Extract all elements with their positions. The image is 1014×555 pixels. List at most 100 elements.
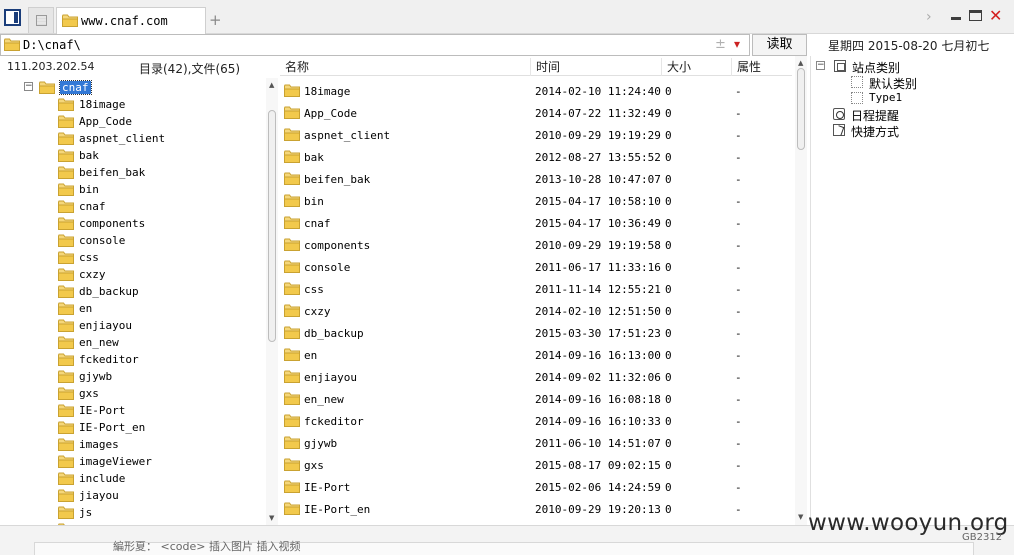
sidebar-toggle-icon[interactable] [4,9,21,26]
file-row[interactable]: fckeditor 2014-09-16 16:10:33 0 - [280,410,792,432]
file-attributes: - [735,393,742,406]
file-row[interactable]: console 2011-06-17 11:33:16 0 - [280,256,792,278]
tab-active[interactable]: www.cnaf.com [56,7,206,35]
scroll-down-icon[interactable]: ▼ [798,513,803,521]
folder-icon [284,326,300,339]
folder-icon [62,14,78,27]
close-button[interactable]: ✕ [989,6,1002,25]
file-size: 0 [665,371,672,384]
folder-open-icon [39,81,55,94]
folder-icon [58,319,74,332]
item-count: 目录(42),文件(65) [139,62,241,76]
file-row[interactable]: en_new 2014-09-16 16:08:18 0 - [280,388,792,410]
blank-tab[interactable] [28,7,54,33]
file-attributes: - [735,107,742,120]
folder-icon [58,421,74,434]
minimize-button[interactable] [951,17,961,20]
file-row[interactable]: enjiayou 2014-09-02 11:32:06 0 - [280,366,792,388]
file-row[interactable]: components 2010-09-29 19:19:58 0 - [280,234,792,256]
file-time: 2011-06-17 11:33:16 [535,261,661,274]
file-list: 18image 2014-02-10 11:24:40 0 - App_Code 2014… [280,80,792,525]
tree-node-label: en_new [79,336,119,349]
tree-scrollbar[interactable]: ▲ ▼ [266,78,278,525]
folder-icon [284,502,300,515]
file-row[interactable]: IE-Port_en 2010-09-29 19:20:13 0 - [280,498,792,520]
file-time: 2014-02-10 11:24:40 [535,85,661,98]
path-input[interactable] [23,37,703,53]
tab-title: www.cnaf.com [81,14,168,28]
folder-icon [58,472,74,485]
file-row[interactable]: IE-Port 2015-02-06 14:24:59 0 - [280,476,792,498]
scroll-thumb[interactable] [797,68,805,150]
file-row[interactable]: db_backup 2015-03-30 17:51:23 0 - [280,322,792,344]
file-size: 0 [665,85,672,98]
server-ip: 111.203.202.54 [7,60,95,73]
file-row[interactable]: css 2011-11-14 12:55:21 0 - [280,278,792,300]
tree-node-label: include [79,472,126,485]
read-button[interactable]: 读取 [752,34,807,56]
file-attributes: - [735,85,742,98]
folder-icon [284,150,300,163]
file-row[interactable]: bin 2015-04-17 10:58:10 0 - [280,190,792,212]
folder-icon [284,282,300,295]
file-row[interactable]: aspnet_client 2010-09-29 19:19:29 0 - [280,124,792,146]
file-time: 2015-08-17 09:02:15 [535,459,661,472]
column-name[interactable]: 名称 [280,58,530,76]
file-size: 0 [665,129,672,142]
chevron-right-icon[interactable]: › [926,9,932,25]
file-name: en_new [304,393,344,406]
file-time: 2014-09-16 16:08:18 [535,393,661,406]
new-tab-button[interactable]: + [209,11,222,29]
file-row[interactable]: 18image 2014-02-10 11:24:40 0 - [280,80,792,102]
folder-icon [284,392,300,405]
scroll-down-icon[interactable]: ▼ [269,514,274,522]
tree-node-label: en [79,302,93,315]
file-name: 18image [304,85,351,98]
column-attributes[interactable]: 属性 [731,58,792,76]
file-size: 0 [665,459,672,472]
page-icon [36,15,47,26]
folder-icon [58,234,74,247]
file-time: 2011-11-14 12:55:21 [535,283,661,296]
maximize-button[interactable] [969,10,982,21]
file-attributes: - [735,371,742,384]
file-size: 0 [665,239,672,252]
scroll-up-icon[interactable]: ▲ [798,59,803,67]
file-row[interactable]: en 2014-09-16 16:13:00 0 - [280,344,792,366]
scroll-up-icon[interactable]: ▲ [269,81,274,89]
file-time: 2010-09-29 19:20:13 [535,503,661,516]
file-name: IE-Port_en [304,503,371,516]
file-row[interactable]: gjywb 2011-06-10 14:51:07 0 - [280,432,792,454]
type1-label: Type1 [869,91,903,104]
file-row[interactable]: cnaf 2015-04-17 10:36:49 0 - [280,212,792,234]
collapse-toggle[interactable]: − [24,82,33,91]
tree-node-label: console [79,234,126,247]
file-time: 2014-09-16 16:10:33 [535,415,661,428]
tree-node-label: imageViewer [79,455,152,468]
scroll-thumb[interactable] [268,110,276,342]
folder-icon [284,436,300,449]
list-scrollbar[interactable]: ▲ ▼ [795,56,807,525]
file-row[interactable]: bak 2012-08-27 13:55:52 0 - [280,146,792,168]
category-icon [851,76,863,88]
tree-node-label: db_backup [79,285,139,298]
editor-toolbar: 編形夏： <code> 插入图片 插入视频 [34,540,974,555]
column-time[interactable]: 时间 [530,58,661,76]
folder-icon [58,268,74,281]
folder-icon [284,414,300,427]
file-name: fckeditor [304,415,364,428]
file-attributes: - [735,327,742,340]
file-name: bin [304,195,324,208]
collapse-toggle[interactable]: − [816,61,825,70]
plus-icon[interactable]: ± [715,37,726,52]
file-time: 2014-09-02 11:32:06 [535,371,661,384]
file-row[interactable]: App_Code 2014-07-22 11:32:49 0 - [280,102,792,124]
column-size[interactable]: 大小 [661,58,731,76]
file-row[interactable]: beifen_bak 2013-10-28 10:47:07 0 - [280,168,792,190]
folder-icon [284,216,300,229]
chevron-down-icon[interactable]: ▾ [734,37,740,51]
file-time: 2015-03-30 17:51:23 [535,327,661,340]
file-attributes: - [735,151,742,164]
file-row[interactable]: gxs 2015-08-17 09:02:15 0 - [280,454,792,476]
file-row[interactable]: cxzy 2014-02-10 12:51:50 0 - [280,300,792,322]
